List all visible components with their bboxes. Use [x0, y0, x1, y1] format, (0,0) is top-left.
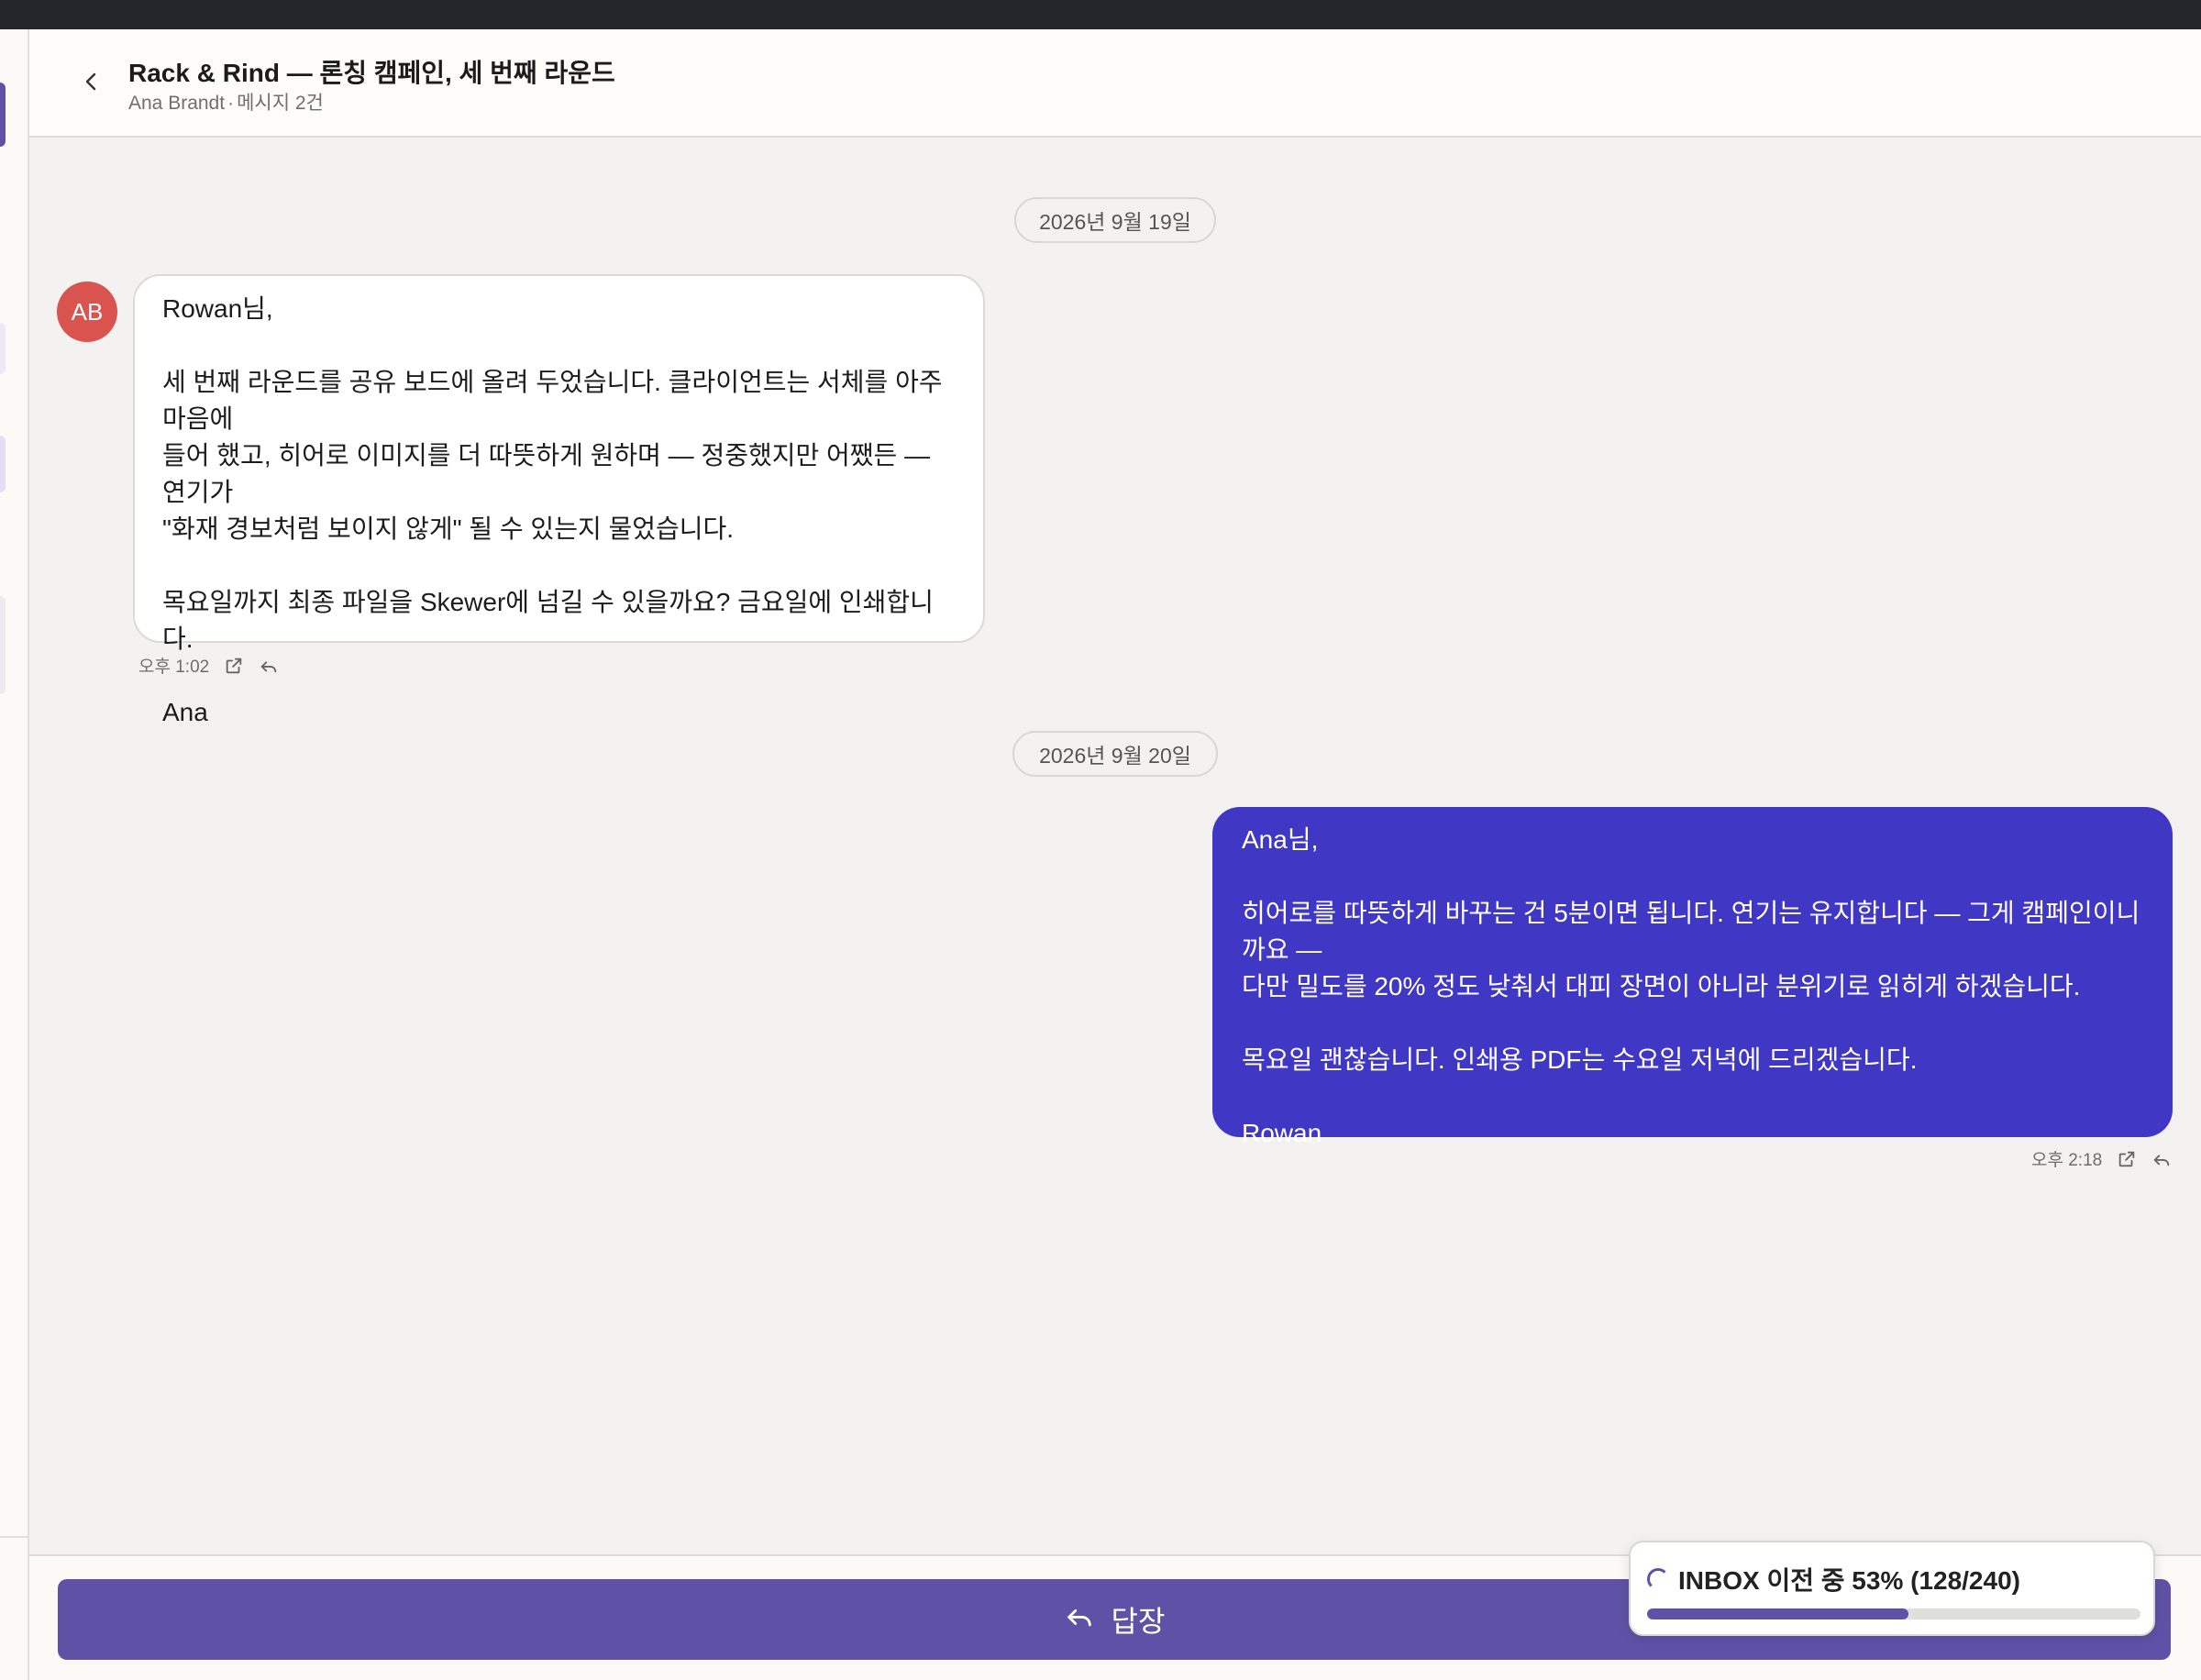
message-meta: 오후 1:02: [138, 653, 279, 678]
migration-status: INBOX 이전 중 53% (128/240): [1647, 1561, 2020, 1597]
date-divider: 2026년 9월 19일: [1014, 197, 1216, 243]
message-line: [162, 547, 956, 584]
message-line: "화재 경보처럼 보이지 않게" 될 수 있는지 물었습니다.: [162, 514, 735, 543]
message-line: [1242, 1005, 2143, 1042]
migration-progress-fill: [1647, 1608, 1909, 1619]
message-line: [162, 327, 956, 364]
rail-item-marker[interactable]: [0, 323, 6, 374]
thread-header: Rack & Rind — 론칭 캠페인, 세 번째 라운드 Ana Brand…: [29, 29, 2201, 138]
spinner-icon: [1647, 1568, 1669, 1590]
message-line: 세 번째 라운드를 공유 보드에 올려 두었습니다. 클라이언트는 서체를 아주…: [162, 368, 943, 433]
message-time: 오후 1:02: [138, 658, 210, 677]
date-divider: 2026년 9월 20일: [1012, 731, 1218, 777]
left-sidebar-rail: [0, 29, 29, 1680]
message-time: 오후 2:18: [2031, 1151, 2103, 1170]
message-line: 목요일 괜찮습니다. 인쇄용 PDF는 수요일 저녁에 드리겠습니다.: [1242, 1045, 1918, 1074]
message-meta: 오후 2:18: [2031, 1146, 2172, 1171]
avatar: AB: [57, 282, 117, 342]
rail-active-indicator[interactable]: [0, 83, 6, 147]
rail-item-marker[interactable]: [0, 436, 6, 492]
back-button[interactable]: [71, 62, 113, 105]
message-list: 2026년 9월 19일 AB Rowan님, 세 번째 라운드를 공유 보드에…: [29, 138, 2201, 1554]
message-bubble-incoming: Rowan님, 세 번째 라운드를 공유 보드에 올려 두었습니다. 클라이언트…: [133, 274, 985, 726]
message-line: Rowan님,: [162, 294, 273, 323]
rail-item-marker[interactable]: [0, 641, 6, 694]
reply-label: 답장: [1111, 1605, 1166, 1638]
open-external-icon[interactable]: [224, 656, 244, 676]
message-line: [1242, 858, 2143, 895]
message-line: Rowan: [1242, 1119, 1322, 1147]
message-line: [162, 658, 956, 694]
message-line: 들어 했고, 히어로 이미지를 더 따뜻하게 원하며 — 정중했지만 어쨌든 —…: [162, 441, 931, 506]
message-count: 메시지 2건: [237, 93, 324, 114]
message-line: Ana님,: [1242, 825, 1319, 854]
message-line: 다만 밀도를 20% 정도 낮춰서 대피 장면이 아니라 분위기로 읽히게 하겠…: [1242, 972, 2081, 1000]
open-external-icon[interactable]: [2117, 1149, 2137, 1169]
message-line: 히어로를 따뜻하게 바꾸는 건 5분이면 됩니다. 연기는 유지합니다 — 그게…: [1242, 899, 2140, 964]
reply-icon[interactable]: [259, 656, 279, 676]
rail-divider: [0, 1536, 28, 1538]
message-line: Ana: [162, 698, 208, 726]
subtitle-separator: ·: [227, 93, 235, 114]
thread-sender: Ana Brandt: [128, 93, 226, 114]
reply-icon[interactable]: [2151, 1149, 2172, 1169]
reply-icon: [1064, 1600, 1095, 1639]
message-bubble-outgoing: Ana님, 히어로를 따뜻하게 바꾸는 건 5분이면 됩니다. 연기는 유지합니…: [1212, 807, 2173, 1147]
thread-subtitle: Ana Brandt · 메시지 2건: [128, 88, 324, 116]
migration-progress-toast: INBOX 이전 중 53% (128/240): [1629, 1541, 2155, 1636]
thread-title: Rack & Rind — 론칭 캠페인, 세 번째 라운드: [128, 59, 615, 87]
message-line: [1242, 1078, 2143, 1115]
message-line: 목요일까지 최종 파일을 Skewer에 넘길 수 있을까요? 금요일에 인쇄합…: [162, 588, 934, 653]
migration-text: INBOX 이전 중 53% (128/240): [1678, 1566, 2020, 1595]
chevron-left-icon: [81, 71, 103, 96]
migration-progress-bar: [1647, 1608, 2140, 1619]
window-top-bar: [0, 0, 2201, 29]
